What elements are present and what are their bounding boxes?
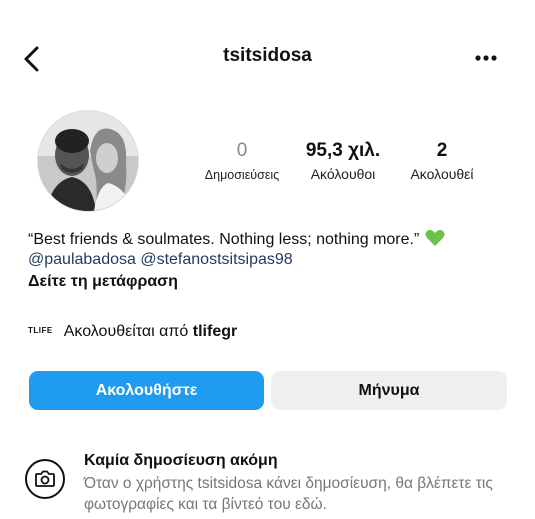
- followed-by[interactable]: TLIFE Ακολουθείται από tlifegr: [28, 323, 237, 343]
- following-value: 2: [436, 140, 448, 161]
- empty-state-title: Καμία δημοσίευση ακόμη: [84, 452, 278, 469]
- posts-count: 0 Δημοσιεύσεις: [192, 140, 292, 182]
- top-bar: tsitsidosa: [0, 0, 535, 100]
- following-label: Ακολουθεί: [410, 166, 474, 182]
- profile-username: tsitsidosa: [223, 45, 312, 66]
- tlife-logo: TLIFE: [28, 326, 53, 335]
- profile-bio: “Best friends & soulmates. Nothing less;…: [28, 229, 445, 253]
- green-heart-icon: [425, 229, 445, 253]
- followers-count[interactable]: 95,3 χιλ. Ακόλουθοι: [293, 140, 393, 182]
- empty-state-text: Όταν ο χρήστης tsitsidosa κάνει δημοσίευ…: [84, 475, 493, 513]
- profile-avatar[interactable]: [37, 110, 139, 212]
- followed-by-account: tlifegr: [192, 323, 238, 340]
- profile-photo: [38, 111, 138, 211]
- camera-icon: [25, 459, 65, 499]
- followers-value: 95,3 χιλ.: [305, 140, 381, 161]
- more-options-button[interactable]: [468, 44, 504, 72]
- mention-stefanostsitsipas98[interactable]: @stefanostsitsipas98: [140, 251, 292, 268]
- more-horizontal-icon: [475, 55, 497, 61]
- bio-mentions: @paulabadosa @stefanostsitsipas98: [28, 251, 293, 269]
- mention-paulabadosa[interactable]: @paulabadosa: [28, 251, 136, 268]
- posts-label: Δημοσιεύσεις: [204, 168, 280, 182]
- see-translation-link[interactable]: Δείτε τη μετάφραση: [28, 273, 178, 291]
- followers-label: Ακόλουθοι: [310, 166, 376, 182]
- following-count[interactable]: 2 Ακολουθεί: [397, 140, 487, 182]
- message-button[interactable]: Μήνυμα: [271, 371, 507, 410]
- followed-by-prefix: Ακολουθείται από: [63, 323, 189, 340]
- follow-button[interactable]: Ακολουθήστε: [29, 371, 264, 410]
- bio-text: “Best friends & soulmates. Nothing less;…: [28, 231, 420, 248]
- posts-value: 0: [236, 140, 248, 161]
